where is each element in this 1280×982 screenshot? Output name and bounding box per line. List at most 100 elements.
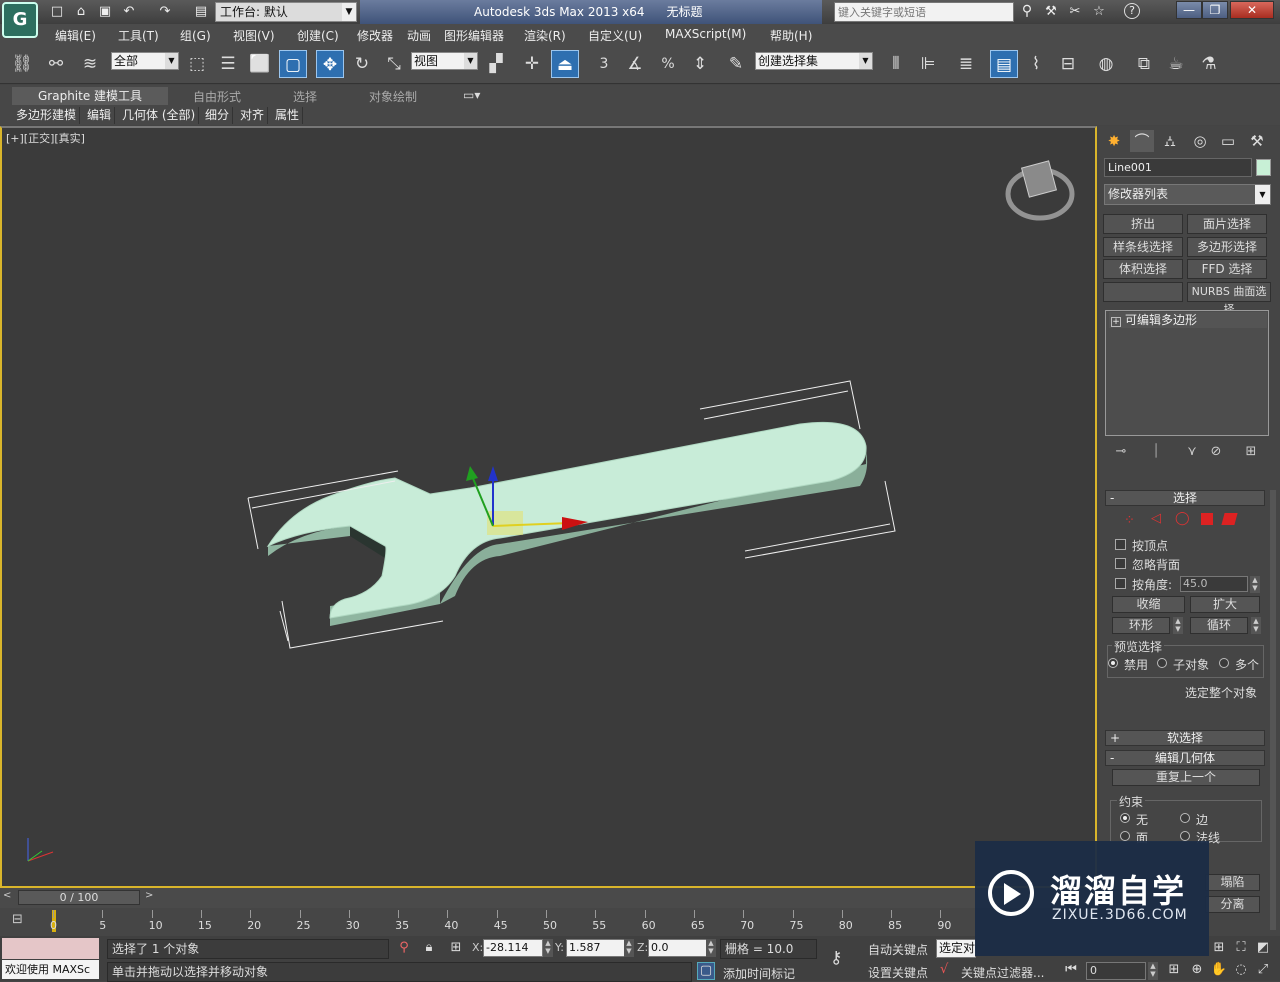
panel-geometry-all[interactable]: 几何体 (全部) <box>119 107 200 124</box>
communication-icon[interactable]: ✂ <box>1066 3 1084 20</box>
motion-tab-icon[interactable]: ◎ <box>1188 130 1212 152</box>
constraint-edge-radio[interactable] <box>1180 813 1190 823</box>
favorites-star-icon[interactable]: ☆ <box>1090 3 1108 20</box>
tab-selection[interactable]: 选择 <box>293 88 317 105</box>
edit-named-selection-icon[interactable]: ✎ <box>722 50 750 78</box>
link-icon[interactable]: ⛓ <box>8 50 36 78</box>
save-icon[interactable]: ▣ <box>96 3 114 20</box>
soft-selection-rollout-header[interactable]: + 软选择 <box>1105 730 1265 746</box>
select-by-name-icon[interactable]: ☰ <box>214 50 242 78</box>
preview-off-radio[interactable] <box>1108 658 1118 668</box>
detach-button[interactable]: 分离 <box>1205 896 1260 913</box>
snaps-toggle-icon[interactable]: 3 <box>590 50 618 78</box>
absolute-mode-icon[interactable]: ⊞ <box>447 940 465 958</box>
select-manipulate-icon[interactable]: ✛ <box>518 50 546 78</box>
constraint-face-radio[interactable] <box>1120 831 1130 841</box>
menu-rendering[interactable]: 渲染(R) <box>524 27 566 44</box>
modify-tab-icon[interactable]: ⌒ <box>1130 130 1154 152</box>
percent-snap-icon[interactable]: % <box>654 50 682 78</box>
time-slider-handle[interactable]: 0 / 100 <box>18 890 140 905</box>
binoculars-icon[interactable]: ⚲ <box>1018 3 1036 20</box>
by-vertex-checkbox[interactable] <box>1115 539 1126 550</box>
menu-views[interactable]: 视图(V) <box>233 27 275 44</box>
remove-modifier-icon[interactable]: ⊘ <box>1205 444 1227 462</box>
extrude-button[interactable]: 挤出 <box>1103 214 1183 234</box>
restore-button[interactable]: ❐ <box>1202 1 1228 19</box>
constraint-none-radio[interactable] <box>1120 813 1130 823</box>
by-angle-checkbox[interactable] <box>1115 578 1126 589</box>
material-editor-icon[interactable]: ◍ <box>1092 50 1120 78</box>
menu-maxscript[interactable]: MAXScript(M) <box>665 27 746 41</box>
loop-spinner-icon[interactable]: ▲ ▼ <box>1251 617 1261 634</box>
menu-animation[interactable]: 动画 <box>407 27 431 44</box>
auto-key-button[interactable]: 自动关键点 <box>868 941 928 958</box>
selection-lock-icon[interactable]: 🔒︎ <box>420 940 438 958</box>
empty-modifier-button[interactable] <box>1103 282 1183 302</box>
edge-mode-icon[interactable]: ◁ <box>1151 511 1161 526</box>
tab-freeform[interactable]: 自由形式 <box>193 88 241 105</box>
redo-icon[interactable]: ↷ <box>156 3 174 20</box>
zoom-extents-all-icon[interactable]: ⊞ <box>1210 940 1228 958</box>
zoom-region-icon[interactable]: ⛶ <box>1232 940 1250 958</box>
mini-curve-editor-icon[interactable]: ⊟ <box>12 912 23 927</box>
project-folder-icon[interactable]: ▤ <box>192 3 210 20</box>
create-tab-icon[interactable]: ✸ <box>1102 130 1126 152</box>
close-button[interactable]: ✕ <box>1230 1 1274 19</box>
configure-modifier-sets-icon[interactable]: ⊞ <box>1240 444 1262 462</box>
maxscript-listener[interactable] <box>2 938 99 959</box>
select-object-icon[interactable]: ⬚ <box>183 50 211 78</box>
rectangular-selection-icon[interactable]: ⬜ <box>246 50 274 78</box>
rendered-frame-window-icon[interactable]: ☕ <box>1162 50 1190 78</box>
bind-space-warp-icon[interactable]: ≋ <box>76 50 104 78</box>
show-end-result-icon[interactable]: ⏐ <box>1145 444 1167 462</box>
undo-icon[interactable]: ↶ <box>120 3 138 20</box>
constraint-normal-radio[interactable] <box>1180 831 1190 841</box>
select-and-scale-icon[interactable]: ⤡ <box>380 50 408 78</box>
named-selection-dropdown[interactable]: 创建选择集 ▼ <box>755 52 873 70</box>
angle-spinner-icon[interactable]: ▲ ▼ <box>1250 576 1260 593</box>
ignore-backfacing-checkbox[interactable] <box>1115 558 1126 569</box>
isolate-selection-icon[interactable]: ⚲ <box>395 940 413 958</box>
utilities-tab-icon[interactable]: ⚒ <box>1245 130 1269 152</box>
menu-group[interactable]: 组(G) <box>180 27 211 44</box>
maximize-viewport-icon[interactable]: ⤢ <box>1254 962 1272 980</box>
reference-coordinate-dropdown[interactable]: 视图 ▼ <box>411 52 478 70</box>
subscription-icon[interactable]: ⚒ <box>1042 3 1060 20</box>
menu-customize[interactable]: 自定义(U) <box>588 27 642 44</box>
border-mode-icon[interactable]: ◯ <box>1175 511 1190 526</box>
field-of-view-icon[interactable]: ◩ <box>1254 940 1272 958</box>
spinner-snap-icon[interactable]: ⇕ <box>686 50 714 78</box>
spline-select-button[interactable]: 样条线选择 <box>1103 237 1183 257</box>
key-selection-dropdown[interactable]: 选定对 <box>936 939 976 958</box>
hierarchy-tab-icon[interactable]: ⛼ <box>1158 130 1182 152</box>
align-icon[interactable]: ⊫ <box>914 50 942 78</box>
ribbon-options-icon[interactable]: ▭▾ <box>463 88 480 105</box>
angle-snap-icon[interactable]: ∡ <box>621 50 649 78</box>
unlink-icon[interactable]: ⚯ <box>42 50 70 78</box>
render-setup-icon[interactable]: ⧉ <box>1130 50 1158 78</box>
pan-hand-icon[interactable]: ✋ <box>1210 962 1228 980</box>
ring-spinner-icon[interactable]: ▲ ▼ <box>1173 617 1183 634</box>
schematic-view-icon[interactable]: ⊟ <box>1054 50 1082 78</box>
orbit-icon[interactable]: ◌ <box>1232 962 1250 980</box>
y-coordinate-field[interactable]: 1.587 <box>566 939 626 957</box>
render-production-icon[interactable]: ⚗ <box>1195 50 1223 78</box>
set-key-button[interactable]: 设置关键点 <box>868 964 928 981</box>
menu-create[interactable]: 创建(C) <box>297 27 339 44</box>
new-file-icon[interactable]: □ <box>48 3 66 20</box>
x-coordinate-field[interactable]: -28.114 <box>483 939 543 957</box>
select-and-rotate-icon[interactable]: ↻ <box>348 50 376 78</box>
pin-stack-icon[interactable]: ⊸ <box>1110 444 1132 462</box>
layer-manager-icon[interactable]: ≣ <box>952 50 980 78</box>
volume-select-button[interactable]: 体积选择 <box>1103 259 1183 279</box>
y-spinner-icon[interactable]: ▲ ▼ <box>624 939 634 957</box>
make-unique-icon[interactable]: ⋎ <box>1181 444 1203 462</box>
pivot-center-icon[interactable]: ▞ <box>482 50 510 78</box>
zoom-icon[interactable]: ⊕ <box>1188 962 1206 980</box>
panel-subdivision[interactable]: 细分 <box>202 107 234 124</box>
collapse-button[interactable]: 塌陷 <box>1205 874 1260 891</box>
add-time-tag-icon[interactable]: ▢ <box>697 962 715 980</box>
menu-help[interactable]: 帮助(H) <box>770 27 812 44</box>
mirror-icon[interactable]: ⫴ <box>882 50 910 78</box>
selection-filter-dropdown[interactable]: 全部 ▼ <box>111 52 179 70</box>
